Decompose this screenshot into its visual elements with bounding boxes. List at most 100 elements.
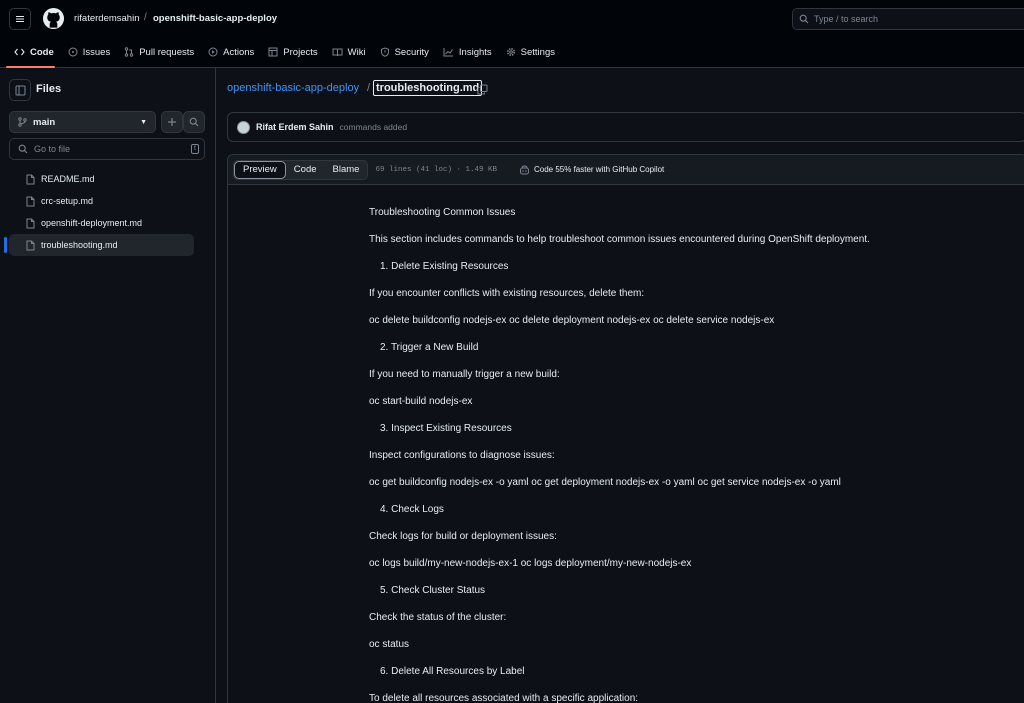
code-icon [14, 48, 25, 56]
file-icon [26, 240, 35, 250]
search-files-button[interactable] [183, 111, 205, 133]
file-item-crc-setup[interactable]: crc-setup.md [9, 190, 194, 212]
commit-author[interactable]: Rifat Erdem Sahin [256, 122, 334, 132]
preview-button[interactable]: Preview [234, 160, 286, 179]
blame-button[interactable]: Blame [325, 161, 368, 179]
search-icon [18, 144, 28, 154]
branch-selector[interactable]: main ▼ [9, 111, 156, 133]
tab-wiki[interactable]: Wiki [325, 40, 373, 64]
code-button[interactable]: Code [286, 161, 325, 179]
file-header: Preview Code Blame 69 lines (41 loc) · 1… [228, 155, 1024, 185]
file-icon [26, 218, 35, 228]
breadcrumb-repo-link[interactable]: openshift-basic-app-deploy [227, 82, 359, 94]
doc-heading: Troubleshooting Common Issues [369, 207, 516, 218]
tab-label: Actions [223, 46, 255, 58]
list-item: 3. Inspect Existing Resources [380, 423, 512, 434]
commit-message[interactable]: commands added [340, 122, 408, 132]
tab-label: Settings [520, 46, 555, 58]
shield-icon [380, 47, 389, 57]
go-to-file-placeholder: Go to file [34, 144, 71, 154]
hamburger-icon [16, 16, 24, 22]
list-item: 5. Check Cluster Status [380, 585, 486, 596]
file-view: openshift-basic-app-deploy / troubleshoo… [216, 68, 1024, 703]
sidebar-collapse-icon [15, 85, 25, 95]
file-item-troubleshooting[interactable]: troubleshooting.md [4, 234, 194, 256]
tab-insights[interactable]: Insights [436, 40, 499, 64]
tab-code[interactable]: Code [0, 40, 61, 68]
tab-label: Code [30, 46, 54, 58]
pull-request-icon [125, 47, 134, 57]
command-text: oc start-build nodejs-ex [369, 396, 473, 407]
table-icon [268, 47, 278, 57]
add-file-button[interactable] [161, 111, 183, 133]
gear-icon [506, 47, 515, 57]
paragraph: This section includes commands to help t… [369, 234, 870, 245]
tab-label: Insights [458, 46, 492, 58]
breadcrumb-file-name: troubleshooting.md [373, 80, 483, 96]
latest-commit-bar: Rifat Erdem Sahin commands added [227, 112, 1024, 142]
tab-actions[interactable]: Actions [201, 40, 261, 64]
file-name: crc-setup.md [41, 196, 94, 206]
tab-pull-requests[interactable]: Pull requests [117, 40, 201, 64]
menu-button[interactable] [9, 8, 31, 30]
file-tree-sidebar: Files main ▼ Go to file t README.md crc-… [0, 68, 216, 703]
tab-label: Issues [82, 46, 111, 58]
plus-icon [168, 118, 176, 126]
tab-label: Security [394, 46, 429, 58]
tab-label: Pull requests [139, 46, 195, 58]
view-mode-toggle: Preview Code Blame [233, 159, 369, 180]
branch-icon [18, 117, 27, 127]
paragraph: Inspect configurations to diagnose issue… [369, 450, 555, 461]
tab-label: Projects [283, 46, 318, 58]
github-logo-icon[interactable] [42, 7, 65, 30]
search-icon [799, 14, 809, 24]
copilot-icon [519, 164, 529, 174]
list-item: 4. Check Logs [380, 504, 444, 515]
avatar[interactable] [237, 120, 250, 134]
list-item: 6. Delete All Resources by Label [380, 666, 525, 677]
search-placeholder: Type / to search [814, 14, 879, 24]
breadcrumb-separator: / [144, 12, 147, 23]
file-name: README.md [41, 174, 95, 184]
paragraph: If you encounter conflicts with existing… [369, 288, 645, 299]
collapse-sidebar-button[interactable] [9, 79, 31, 101]
file-list: README.md crc-setup.md openshift-deploym… [0, 168, 216, 256]
files-heading: Files [36, 83, 62, 95]
file-item-readme[interactable]: README.md [9, 168, 194, 190]
top-header: rifaterdemsahin / openshift-basic-app-de… [0, 0, 1024, 68]
tab-security[interactable]: Security [373, 40, 436, 64]
command-text: oc delete buildconfig nodejs-ex oc delet… [369, 315, 775, 326]
shortcut-key: t [191, 144, 199, 154]
tab-issues[interactable]: Issues [61, 40, 117, 64]
copilot-text: Code 55% faster with GitHub Copilot [533, 165, 665, 174]
copy-path-icon[interactable] [477, 84, 488, 95]
file-name: openshift-deployment.md [41, 218, 143, 228]
book-icon [332, 48, 343, 57]
search-icon [189, 117, 199, 127]
issue-icon [68, 47, 78, 57]
branch-name: main [33, 116, 56, 128]
file-icon [26, 174, 35, 184]
owner-link[interactable]: rifaterdemsahin [74, 13, 139, 24]
paragraph: If you need to manually trigger a new bu… [369, 369, 560, 380]
caret-down-icon: ▼ [140, 118, 147, 126]
repo-nav: Code Issues Pull requests Actions Projec… [0, 40, 562, 68]
paragraph: Check logs for build or deployment issue… [369, 531, 557, 542]
file-name: troubleshooting.md [41, 240, 118, 250]
go-to-file-input[interactable]: Go to file t [9, 138, 205, 160]
list-item: 2. Trigger a New Build [380, 342, 479, 353]
breadcrumb-separator: / [367, 82, 371, 94]
paragraph: To delete all resources associated with … [369, 693, 639, 703]
repo-link[interactable]: openshift-basic-app-deploy [153, 13, 277, 24]
command-text: oc logs build/my-new-nodejs-ex-1 oc logs… [369, 558, 692, 569]
file-content-box: Preview Code Blame 69 lines (41 loc) · 1… [227, 154, 1024, 703]
list-item: 1. Delete Existing Resources [380, 261, 509, 272]
tab-settings[interactable]: Settings [499, 40, 562, 64]
search-input[interactable]: Type / to search [792, 8, 1024, 30]
paragraph: Check the status of the cluster: [369, 612, 507, 623]
copilot-promo[interactable]: Code 55% faster with GitHub Copilot [519, 164, 665, 175]
file-item-openshift-deployment[interactable]: openshift-deployment.md [9, 212, 194, 234]
command-text: oc status [369, 639, 410, 650]
tab-projects[interactable]: Projects [261, 40, 324, 64]
play-icon [208, 47, 218, 57]
